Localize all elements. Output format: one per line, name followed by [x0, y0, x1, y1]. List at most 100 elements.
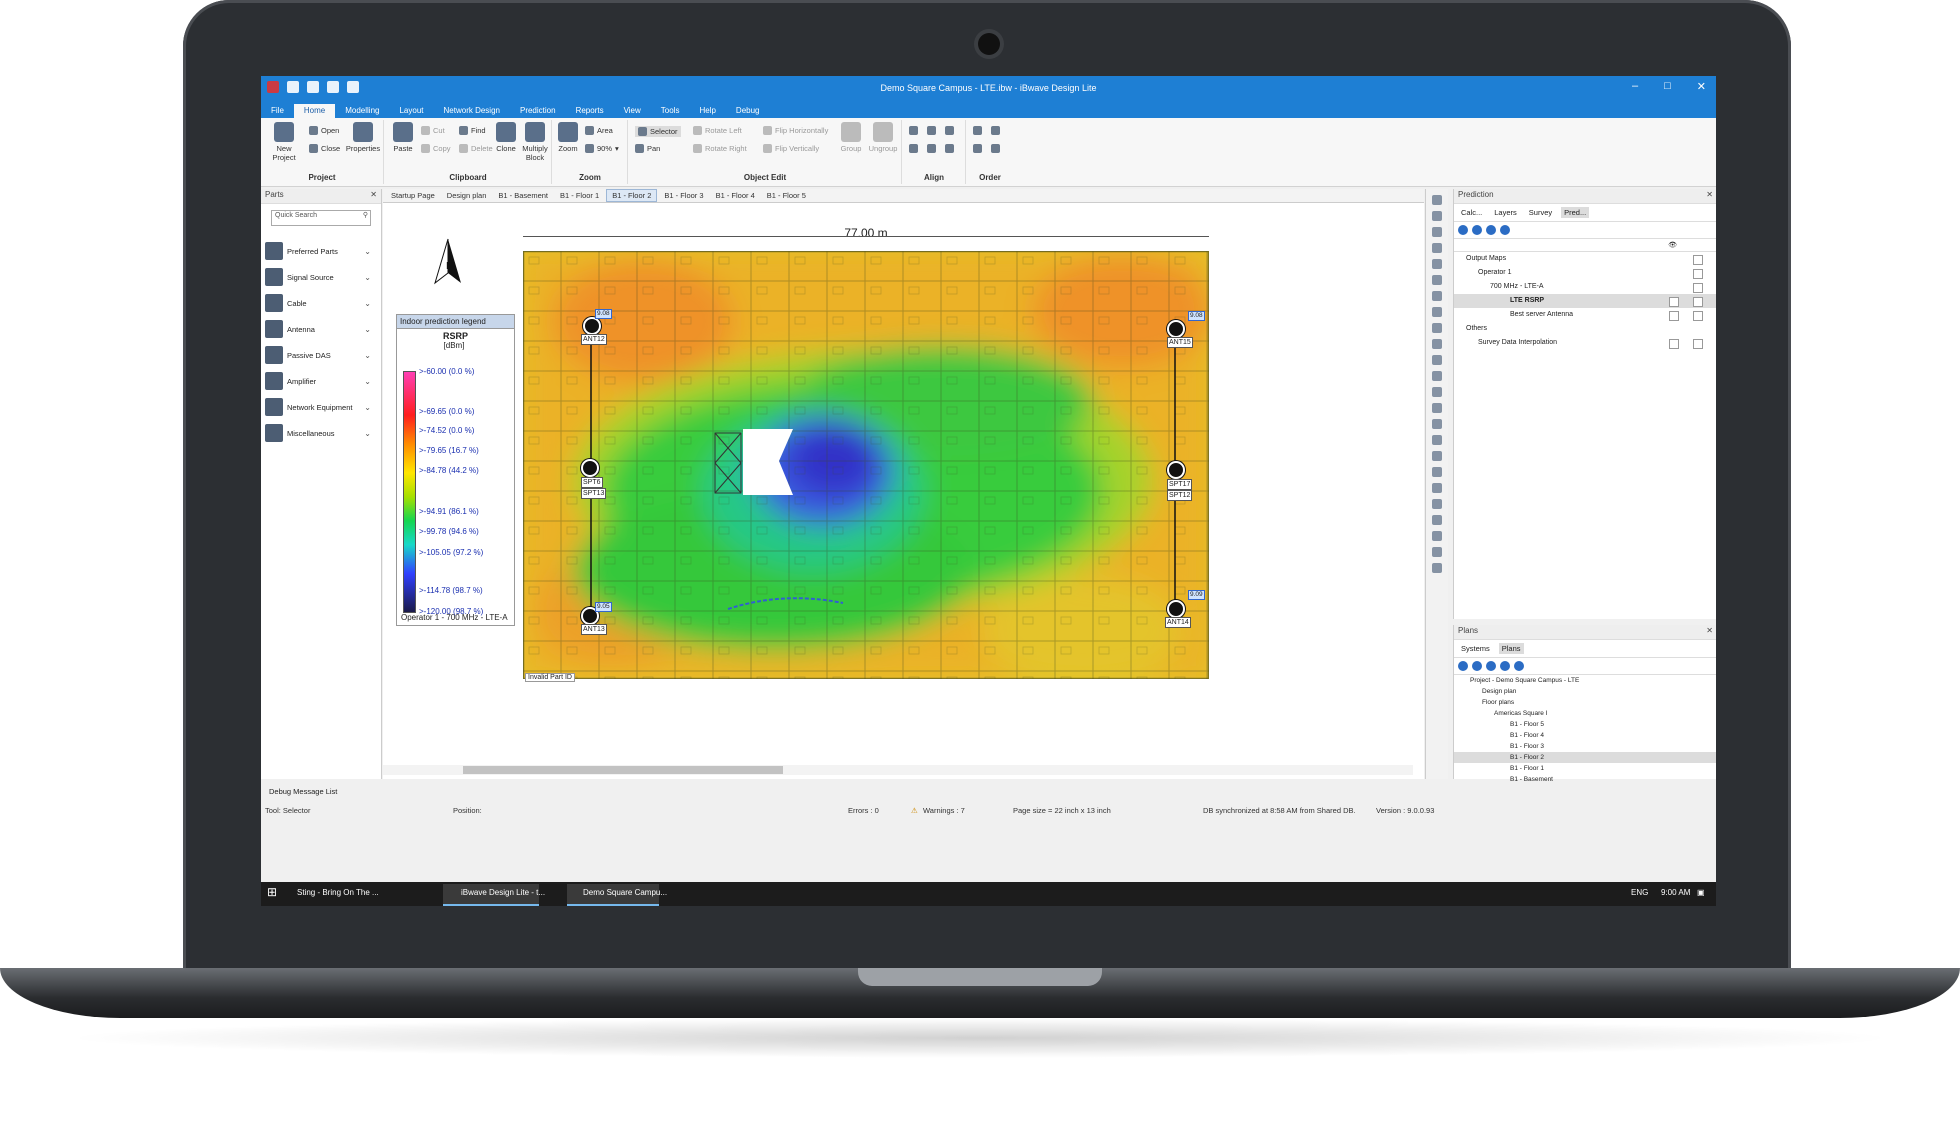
chevron-down-icon[interactable]: ⌄: [364, 273, 371, 282]
debug-message-list-tab[interactable]: Debug Message List: [261, 787, 1716, 801]
tree-item-floor-plans[interactable]: Floor plans: [1454, 697, 1716, 708]
properties-button[interactable]: Properties: [345, 122, 381, 153]
antenna-ant15[interactable]: [1167, 320, 1185, 338]
search-icon[interactable]: ⚲: [363, 211, 368, 219]
align-bottom-button[interactable]: [945, 144, 954, 153]
align-top-button[interactable]: [909, 144, 918, 153]
tool-icon[interactable]: [1432, 371, 1442, 381]
tree-item-floor-5[interactable]: B1 - Floor 5: [1454, 719, 1716, 730]
doc-tab-basement[interactable]: B1 - Basement: [493, 190, 553, 201]
tool-icon[interactable]: [1432, 243, 1442, 253]
paste-button[interactable]: Paste: [389, 122, 417, 153]
tool-icon[interactable]: [1432, 547, 1442, 557]
checkbox[interactable]: [1693, 339, 1703, 349]
doc-tab-floor-3[interactable]: B1 - Floor 3: [659, 190, 708, 201]
tool-icon[interactable]: [1432, 483, 1442, 493]
tool-icon[interactable]: [1432, 563, 1442, 573]
tab-survey[interactable]: Survey: [1526, 207, 1555, 218]
align-middle-button[interactable]: [927, 144, 936, 153]
cut-button[interactable]: Cut: [421, 126, 445, 135]
flip-vertically-button[interactable]: Flip Vertically: [763, 144, 819, 153]
maximize-icon[interactable]: □: [1664, 80, 1671, 93]
tool-icon[interactable]: [1432, 531, 1442, 541]
tool-icon[interactable]: [1432, 515, 1442, 525]
tool-icon[interactable]: [1432, 419, 1442, 429]
tree-item-design-plan[interactable]: Design plan: [1454, 686, 1716, 697]
tree-item-floor-3[interactable]: B1 - Floor 3: [1454, 741, 1716, 752]
parts-item-network-equipment[interactable]: Network Equipment ⌄: [261, 394, 381, 420]
clock[interactable]: 9:00 AM: [1661, 888, 1690, 897]
area-zoom-button[interactable]: Area: [585, 126, 613, 135]
tree-item-output-maps[interactable]: Output Maps: [1454, 252, 1716, 266]
tree-item-survey-interpolation[interactable]: Survey Data Interpolation: [1454, 336, 1716, 350]
chevron-down-icon[interactable]: ⌄: [364, 247, 371, 256]
doc-tab-floor-1[interactable]: B1 - Floor 1: [555, 190, 604, 201]
splitter-spt17[interactable]: [1167, 461, 1185, 479]
move-up-icon[interactable]: [1500, 661, 1510, 671]
tool-icon[interactable]: [1432, 275, 1442, 285]
settings-icon[interactable]: [1486, 661, 1496, 671]
tree-item-floor-2[interactable]: B1 - Floor 2: [1454, 752, 1716, 763]
tree-item-best-server[interactable]: Best server Antenna: [1454, 308, 1716, 322]
checkbox[interactable]: [1693, 255, 1703, 265]
tool-icon[interactable]: [1432, 259, 1442, 269]
add-icon[interactable]: [1458, 661, 1468, 671]
ungroup-button[interactable]: Ungroup: [867, 122, 899, 153]
tab-prediction[interactable]: Prediction: [510, 104, 566, 118]
chevron-down-icon[interactable]: ⌄: [364, 299, 371, 308]
tree-item-basement[interactable]: B1 - Basement: [1454, 774, 1716, 785]
chevron-down-icon[interactable]: ⌄: [364, 377, 371, 386]
new-project-button[interactable]: New Project: [265, 122, 303, 162]
tab-layers[interactable]: Layers: [1491, 207, 1520, 218]
tab-pred[interactable]: Pred...: [1561, 207, 1590, 218]
tab-layout[interactable]: Layout: [389, 104, 433, 118]
copy-button[interactable]: Copy: [421, 144, 451, 153]
tool-icon[interactable]: [1432, 211, 1442, 221]
align-right-button[interactable]: [945, 126, 954, 135]
tool-icon[interactable]: [1432, 323, 1442, 333]
send-to-back-button[interactable]: [991, 144, 1000, 153]
tab-network-design[interactable]: Network Design: [434, 104, 510, 118]
align-left-button[interactable]: [909, 126, 918, 135]
delete-button[interactable]: Delete: [459, 144, 493, 153]
close-icon[interactable]: ✕: [1706, 626, 1713, 638]
selector-button[interactable]: Selector: [635, 126, 681, 137]
chevron-down-icon[interactable]: ⌄: [364, 351, 371, 360]
settings-icon[interactable]: [1486, 225, 1496, 235]
tab-debug[interactable]: Debug: [726, 104, 770, 118]
tab-file[interactable]: File: [261, 104, 294, 118]
bring-to-front-button[interactable]: [991, 126, 1000, 135]
remove-icon[interactable]: [1472, 225, 1482, 235]
add-icon[interactable]: [1458, 225, 1468, 235]
clone-button[interactable]: Clone: [493, 122, 519, 153]
doc-tab-floor-2[interactable]: B1 - Floor 2: [606, 189, 658, 202]
zoom-button[interactable]: Zoom: [555, 122, 581, 153]
rotate-right-button[interactable]: Rotate Right: [693, 144, 747, 153]
tool-icon[interactable]: [1432, 227, 1442, 237]
move-down-icon[interactable]: [1514, 661, 1524, 671]
parts-item-cable[interactable]: Cable ⌄: [261, 290, 381, 316]
tab-view[interactable]: View: [614, 104, 651, 118]
tool-icon[interactable]: [1432, 451, 1442, 461]
close-project-button[interactable]: Close: [309, 144, 340, 153]
tab-calc[interactable]: Calc...: [1458, 207, 1485, 218]
chevron-down-icon[interactable]: ⌄: [364, 325, 371, 334]
parts-item-amplifier[interactable]: Amplifier ⌄: [261, 368, 381, 394]
tool-icon[interactable]: [1432, 355, 1442, 365]
scrollbar-thumb[interactable]: [463, 766, 783, 774]
tree-item-others[interactable]: Others: [1454, 322, 1716, 336]
close-icon[interactable]: ✕: [370, 190, 377, 202]
tool-icon[interactable]: [1432, 403, 1442, 413]
chevron-down-icon[interactable]: ⌄: [364, 429, 371, 438]
splitter-spt6[interactable]: [581, 459, 599, 477]
pan-button[interactable]: Pan: [635, 144, 660, 153]
close-icon[interactable]: ✕: [1697, 80, 1706, 93]
bring-forward-button[interactable]: [973, 126, 982, 135]
doc-tab-floor-5[interactable]: B1 - Floor 5: [762, 190, 811, 201]
antenna-ant12[interactable]: [583, 317, 601, 335]
tab-systems[interactable]: Systems: [1458, 643, 1493, 654]
tab-reports[interactable]: Reports: [566, 104, 614, 118]
send-backward-button[interactable]: [973, 144, 982, 153]
checkbox[interactable]: [1693, 297, 1703, 307]
tool-icon[interactable]: [1432, 435, 1442, 445]
